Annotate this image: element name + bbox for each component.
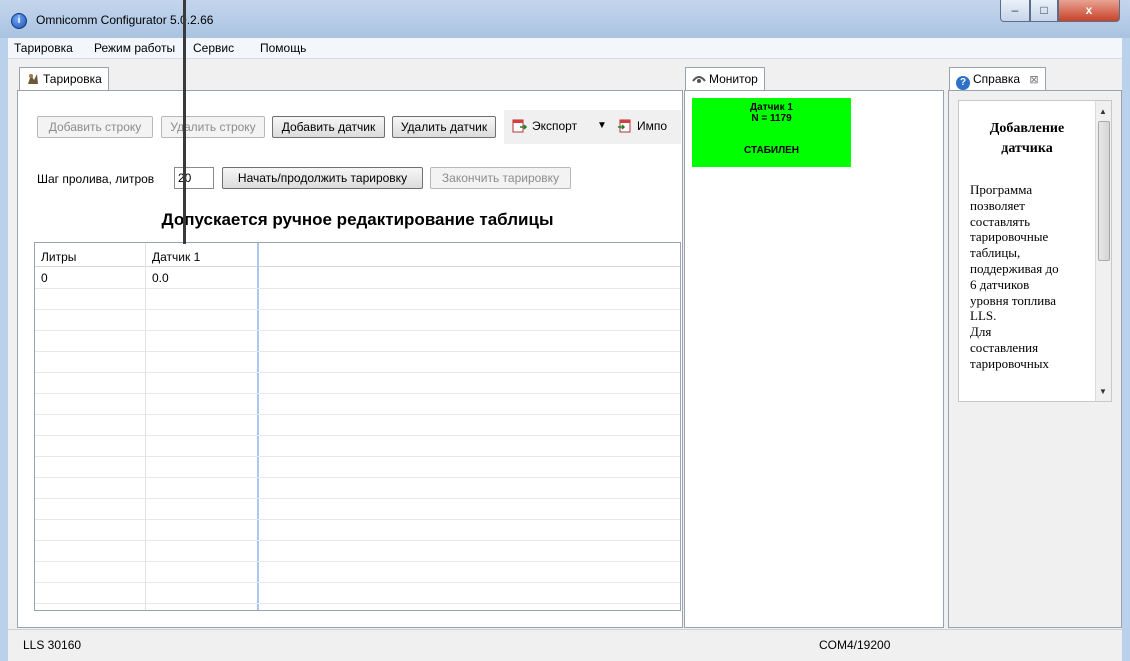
help-line: составления xyxy=(970,339,1039,355)
help-line: таблицы, xyxy=(970,245,1021,261)
step-input[interactable]: 20 xyxy=(174,167,214,189)
start-calibration-button[interactable]: Начать/продолжить тарировку xyxy=(222,167,423,189)
help-heading: Добавление датчика xyxy=(989,121,1065,156)
sensor-status: СТАБИЛЕН xyxy=(744,145,799,156)
table-row[interactable] xyxy=(35,436,680,457)
table-row[interactable] xyxy=(35,583,680,604)
monitor-icon xyxy=(692,71,706,85)
table-row[interactable]: 0 0.0 xyxy=(35,268,680,289)
export-icon xyxy=(512,118,528,134)
import-icon xyxy=(617,118,633,134)
add-row-button[interactable]: Добавить строку xyxy=(37,116,153,138)
export-dropdown-icon[interactable]: ▼ xyxy=(597,118,607,134)
delete-row-button[interactable]: Удалить строку xyxy=(161,116,265,138)
table-header: Литры Датчик 1 xyxy=(35,243,680,267)
calibration-table[interactable]: Литры Датчик 1 0 0.0 xyxy=(34,242,681,611)
tab-help-label: Справка xyxy=(973,72,1021,86)
menu-help[interactable]: Помощь xyxy=(260,41,306,55)
column-header-sensor-1[interactable]: Датчик 1 xyxy=(146,243,256,267)
calibration-icon xyxy=(26,71,40,85)
export-button[interactable]: Экспорт xyxy=(532,118,577,134)
table-row[interactable] xyxy=(35,499,680,520)
add-sensor-button[interactable]: Добавить датчик xyxy=(272,116,385,138)
table-row[interactable] xyxy=(35,331,680,352)
help-line: тарировочных xyxy=(970,355,1050,371)
minimize-button[interactable]: – xyxy=(1000,0,1030,22)
sensor-status-tile[interactable]: Датчик 1 N = 1179 СТАБИЛЕН xyxy=(692,98,851,167)
help-body: Программа позволяет составлять тарировоч… xyxy=(970,182,1098,372)
tab-calibration[interactable]: Тарировка xyxy=(19,67,109,91)
sensor-name: Датчик 1 xyxy=(750,102,793,113)
table-row[interactable] xyxy=(35,373,680,394)
help-line: позволяет xyxy=(970,197,1025,213)
table-row[interactable] xyxy=(35,289,680,310)
manual-edit-notice: Допускается ручное редактирование таблиц… xyxy=(161,210,554,229)
maximize-button[interactable]: □ xyxy=(1030,0,1058,22)
help-line: 6 датчиков xyxy=(970,276,1030,292)
help-icon: ? xyxy=(956,76,970,90)
help-line: уровня топлива xyxy=(970,292,1056,308)
help-line: поддерживая до xyxy=(970,260,1059,276)
help-line: тарировочные xyxy=(970,229,1049,245)
import-button[interactable]: Импо xyxy=(637,118,667,134)
tab-help[interactable]: ? Справка ⊠ xyxy=(949,67,1046,91)
app-icon: i xyxy=(11,13,27,29)
scroll-down-icon[interactable]: ▼ xyxy=(1099,387,1107,396)
menu-service[interactable]: Сервис xyxy=(193,41,234,55)
menu-mode[interactable]: Режим работы xyxy=(94,41,175,55)
close-tab-icon[interactable]: ⊠ xyxy=(1029,74,1038,86)
close-button[interactable]: x xyxy=(1058,0,1120,22)
tab-calibration-label: Тарировка xyxy=(43,72,102,86)
step-label: Шаг пролива, литров xyxy=(37,172,155,186)
table-row[interactable] xyxy=(35,394,680,415)
table-row[interactable] xyxy=(35,478,680,499)
table-row[interactable] xyxy=(35,352,680,373)
status-device: LLS 30160 xyxy=(23,638,82,652)
help-line: Программа xyxy=(970,182,1033,197)
help-scrollbar[interactable]: ▲ ▼ xyxy=(1095,101,1111,401)
delete-sensor-button[interactable]: Удалить датчик xyxy=(392,116,496,138)
scroll-up-icon[interactable]: ▲ xyxy=(1099,107,1107,116)
menu-calibration[interactable]: Тарировка xyxy=(14,41,73,55)
menu-bar: Тарировка Режим работы Сервис Помощь xyxy=(8,38,1122,59)
help-line: Для xyxy=(970,324,992,340)
column-header-liters[interactable]: Литры xyxy=(35,243,145,267)
table-row[interactable] xyxy=(35,520,680,541)
window-title: Omnicomm Configurator 5.0.2.66 xyxy=(36,13,214,27)
help-line: LLS. xyxy=(970,308,997,324)
tab-monitor[interactable]: Монитор xyxy=(685,67,765,91)
finish-calibration-button[interactable]: Закончить тарировку xyxy=(430,167,571,189)
tab-monitor-label: Монитор xyxy=(709,72,758,86)
help-line: составлять xyxy=(970,213,1031,229)
title-bar[interactable]: i Omnicomm Configurator 5.0.2.66 – □ x xyxy=(0,0,1130,38)
overlay-marker-line xyxy=(183,0,186,244)
table-row[interactable] xyxy=(35,457,680,478)
status-bar: LLS 30160 COM4/19200 xyxy=(8,629,1122,661)
help-scroll-thumb[interactable] xyxy=(1098,121,1110,261)
help-content[interactable]: Добавление датчика Программа позволяет с… xyxy=(958,100,1112,402)
cell-sensor-1[interactable]: 0.0 xyxy=(146,268,256,289)
cell-liters[interactable]: 0 xyxy=(35,268,145,289)
table-row[interactable] xyxy=(35,415,680,436)
sensor-value: N = 1179 xyxy=(751,113,792,124)
status-port: COM4/19200 xyxy=(819,638,891,652)
table-row[interactable] xyxy=(35,541,680,562)
monitor-panel xyxy=(684,90,944,628)
table-row[interactable] xyxy=(35,562,680,583)
table-row[interactable] xyxy=(35,310,680,331)
